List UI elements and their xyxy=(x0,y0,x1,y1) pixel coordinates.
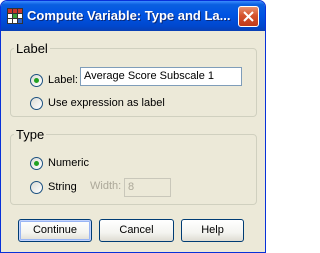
type-group-legend: Type xyxy=(16,127,45,142)
window-title: Compute Variable: Type and La... xyxy=(27,8,231,23)
label-text-field[interactable]: Average Score Subscale 1 xyxy=(80,67,242,86)
close-button[interactable] xyxy=(238,6,259,27)
label-radio-label: Label: xyxy=(48,74,78,86)
expression-radio[interactable] xyxy=(30,96,43,110)
label-group-legend: Label xyxy=(16,41,48,56)
cancel-button[interactable]: Cancel xyxy=(99,219,174,242)
expression-radio-label: Use expression as label xyxy=(48,97,165,109)
string-radio[interactable] xyxy=(30,180,43,194)
numeric-radio-label: Numeric xyxy=(48,157,89,169)
dialog-window: Compute Variable: Type and La... Label L… xyxy=(0,0,266,253)
string-radio-label: String xyxy=(48,181,77,193)
close-icon xyxy=(243,11,254,22)
label-radio-option[interactable]: Label: xyxy=(30,72,78,88)
label-radio[interactable] xyxy=(30,73,43,87)
continue-button[interactable]: Continue xyxy=(18,219,92,242)
spss-grid-icon xyxy=(7,8,23,24)
string-radio-option[interactable]: String xyxy=(30,179,77,195)
numeric-radio[interactable] xyxy=(30,156,43,170)
help-button[interactable]: Help xyxy=(181,219,244,242)
expression-radio-option[interactable]: Use expression as label xyxy=(30,95,165,111)
numeric-radio-option[interactable]: Numeric xyxy=(30,155,89,171)
width-field[interactable]: 8 xyxy=(124,178,171,197)
width-label: Width: xyxy=(90,180,122,192)
title-bar[interactable]: Compute Variable: Type and La... xyxy=(1,1,265,31)
